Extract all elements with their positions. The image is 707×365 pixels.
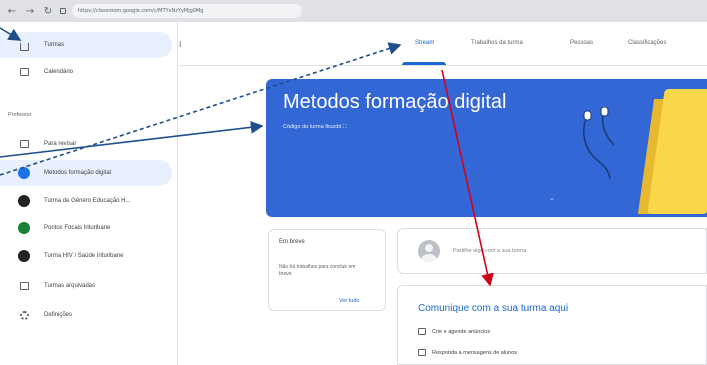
calendar-icon <box>18 66 30 78</box>
back-arrow-icon[interactable]: ← <box>6 6 18 17</box>
tab-trabalhos[interactable]: Trabalhos da turma <box>471 40 523 46</box>
collapse-menu-icon[interactable]: ⁝ <box>179 40 182 49</box>
chevron-down-icon[interactable]: ⌄ <box>549 194 555 202</box>
sidebar-item-label: Calendário <box>44 69 74 75</box>
upcoming-card: Em breve Não há trabalhos para concluir … <box>268 229 386 311</box>
sidebar-item-label: Turmas arquivadas <box>44 283 96 289</box>
archive-icon <box>18 280 30 292</box>
avatar <box>418 240 440 262</box>
view-all-link[interactable]: Ver tudo <box>339 298 360 304</box>
sidebar-item-label: Turma HIV / Saúde Irituribane <box>44 253 124 259</box>
class-avatar <box>18 195 30 207</box>
reply-icon <box>418 349 426 356</box>
communicate-card: Comunique com a sua turma aqui Crie e ag… <box>397 285 707 365</box>
class-avatar <box>18 250 30 262</box>
sidebar-item-definicoes[interactable]: Definições <box>0 302 172 328</box>
sidebar-item-para-revisar[interactable]: Para revisar <box>0 131 172 157</box>
upcoming-title: Em breve <box>279 239 305 245</box>
communicate-row-label: Responda a mensagens de alunos <box>432 349 518 356</box>
sidebar-item-label: Pontos Focais Irituribane <box>44 225 111 231</box>
sidebar-item-label: Para revisar <box>44 141 77 147</box>
upcoming-body: Não há trabalhos para concluir em breve <box>279 264 356 277</box>
headphones-illustration <box>582 107 615 180</box>
sidebar-item-label: Turmas <box>44 42 65 48</box>
home-icon <box>18 39 30 51</box>
sidebar-item-pontos-focais[interactable]: Pontos Focais Irituribane <box>0 215 172 241</box>
forward-arrow-icon[interactable]: → <box>24 6 36 17</box>
lock-icon <box>60 8 66 14</box>
sidebar-item-label: Turma de Gênero Educação H... <box>44 198 131 204</box>
sidebar: Turmas Calendário Professor Para revisar… <box>0 22 178 365</box>
communicate-title: Comunique com a sua turma aqui <box>418 303 569 314</box>
sidebar-item-genero[interactable]: Turma de Gênero Educação H... <box>0 188 172 214</box>
active-tab-indicator <box>402 62 446 65</box>
folder-icon <box>18 138 30 150</box>
class-avatar <box>18 167 30 179</box>
announce-box[interactable]: Partilhe algo com a sua turma <box>397 228 707 274</box>
communicate-row: Crie e agende anúncios <box>418 328 490 335</box>
browser-toolbar: ← → ↻ https://classroom.google.com/c/MTY… <box>0 0 707 22</box>
sidebar-item-metodos[interactable]: Metodos formação digital <box>0 160 172 186</box>
sidebar-item-label: Definições <box>44 312 73 318</box>
tab-pessoas[interactable]: Pessoas <box>570 40 593 46</box>
teaching-section-label: Professor <box>8 112 32 118</box>
class-title: Metodos formação digital <box>283 91 507 113</box>
gear-icon <box>18 309 30 321</box>
fullscreen-icon[interactable]: ⛶ <box>343 124 347 130</box>
reload-icon[interactable]: ↻ <box>42 6 54 17</box>
class-banner: Metodos formação digital Código da turma… <box>266 79 707 217</box>
class-code: Código da turma tkuzdd ⛶ <box>283 124 347 131</box>
class-code-label: Código da turma <box>283 124 324 130</box>
announcement-icon <box>418 328 426 335</box>
announce-placeholder[interactable]: Partilhe algo com a sua turma <box>453 248 526 254</box>
class-tabs-bar: ⁝ Stream Trabalhos da turma Pessoas Clas… <box>179 22 707 66</box>
sidebar-item-hiv[interactable]: Turma HIV / Saúde Irituribane <box>0 243 172 269</box>
screenshot: ← → ↻ https://classroom.google.com/c/MTY… <box>0 0 707 365</box>
sidebar-item-calendario[interactable]: Calendário <box>0 59 172 85</box>
sidebar-item-arquivadas[interactable]: Turmas arquivadas <box>0 273 172 299</box>
address-bar[interactable]: https://classroom.google.com/c/MTYxNzYyM… <box>72 4 302 18</box>
sidebar-item-label: Metodos formação digital <box>44 170 112 176</box>
sidebar-item-turmas[interactable]: Turmas <box>0 32 172 58</box>
tab-stream[interactable]: Stream <box>415 40 434 46</box>
communicate-row-label: Crie e agende anúncios <box>432 328 491 335</box>
tab-classificacoes[interactable]: Classificações <box>628 40 666 46</box>
communicate-row: Responda a mensagens de alunos <box>418 349 517 356</box>
class-avatar <box>18 222 30 234</box>
class-code-value: tkuzdd <box>325 124 342 130</box>
